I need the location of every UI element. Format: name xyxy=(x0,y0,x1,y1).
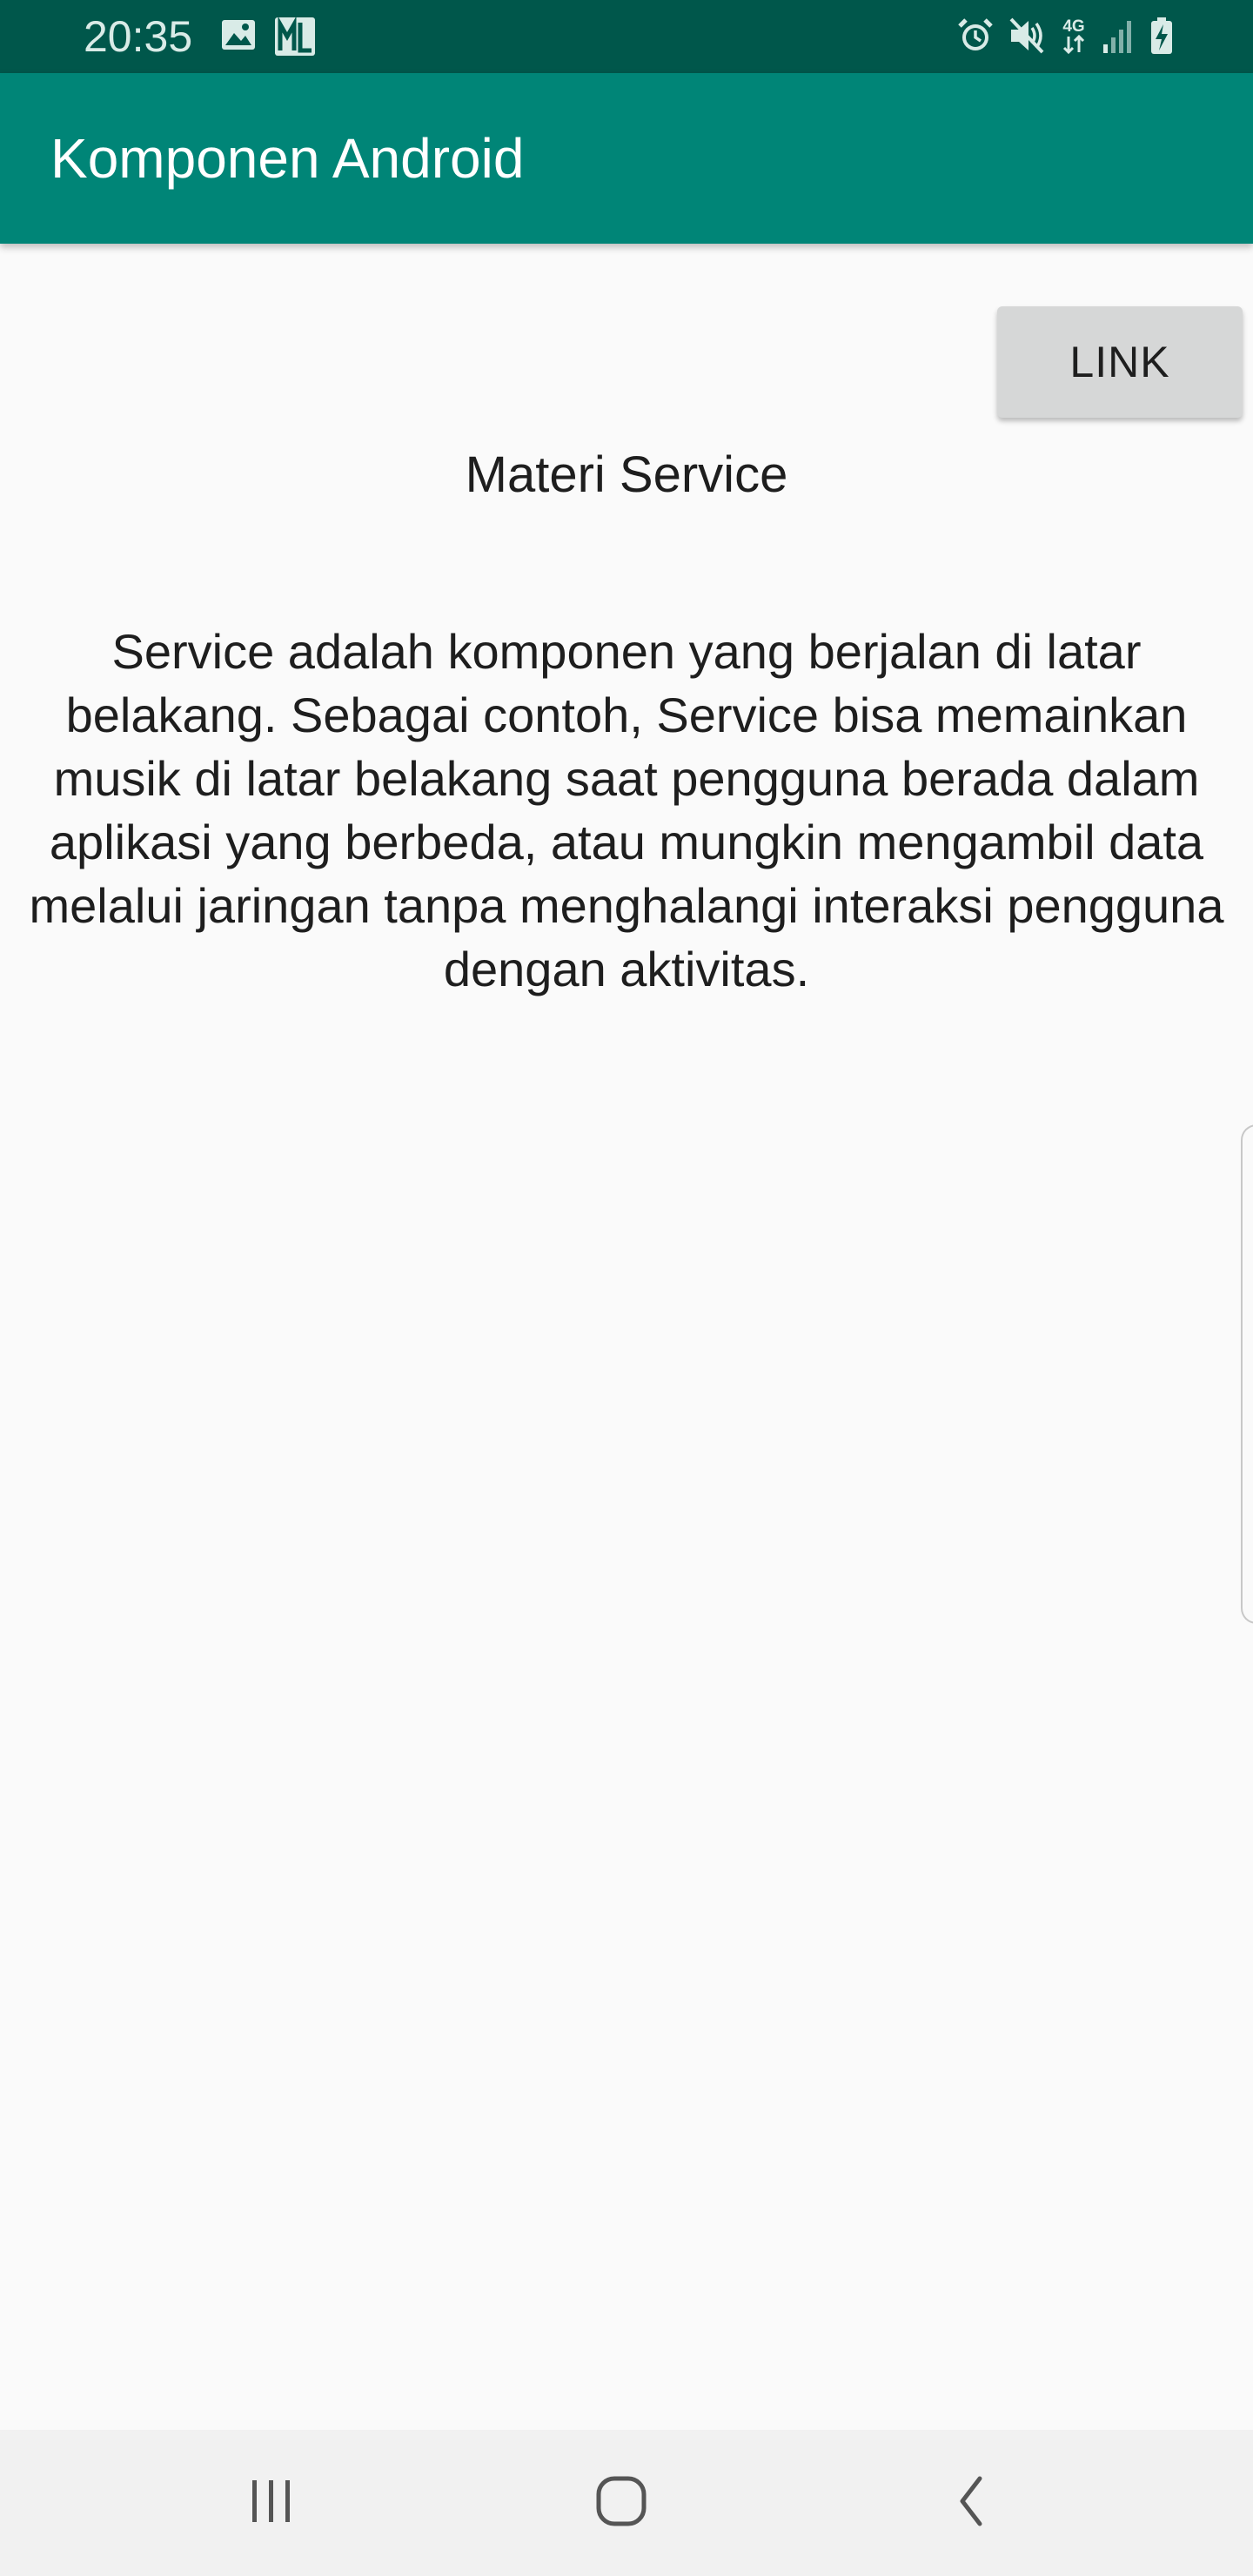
recents-button[interactable] xyxy=(237,2468,306,2538)
back-icon xyxy=(954,2473,988,2533)
edge-panel-handle[interactable] xyxy=(1241,1124,1253,1624)
signal-icon xyxy=(1102,17,1136,55)
status-time: 20:35 xyxy=(84,12,193,61)
image-icon xyxy=(219,16,258,57)
alarm-icon xyxy=(955,16,995,56)
battery-charging-icon xyxy=(1149,16,1175,56)
mute-icon xyxy=(1008,16,1046,56)
network-label: 4G xyxy=(1062,17,1084,36)
topic-body: Service adalah komponen yang berjalan di… xyxy=(29,624,1224,996)
4g-icon: 4G xyxy=(1058,16,1089,56)
ml-app-icon xyxy=(273,16,317,57)
status-bar: 20:35 4G xyxy=(0,0,1253,73)
app-bar: Komponen Android xyxy=(0,73,1253,244)
status-left-icons xyxy=(219,16,317,57)
back-button[interactable] xyxy=(936,2468,1006,2538)
recents-icon xyxy=(245,2477,298,2530)
navigation-bar xyxy=(0,2430,1253,2576)
link-button[interactable]: LINK xyxy=(997,306,1243,418)
app-title: Komponen Android xyxy=(50,127,525,190)
status-right-icons: 4G xyxy=(955,16,1175,56)
home-icon xyxy=(593,2473,649,2533)
home-button[interactable] xyxy=(586,2468,656,2538)
topic-title: Materi Service xyxy=(465,446,788,503)
